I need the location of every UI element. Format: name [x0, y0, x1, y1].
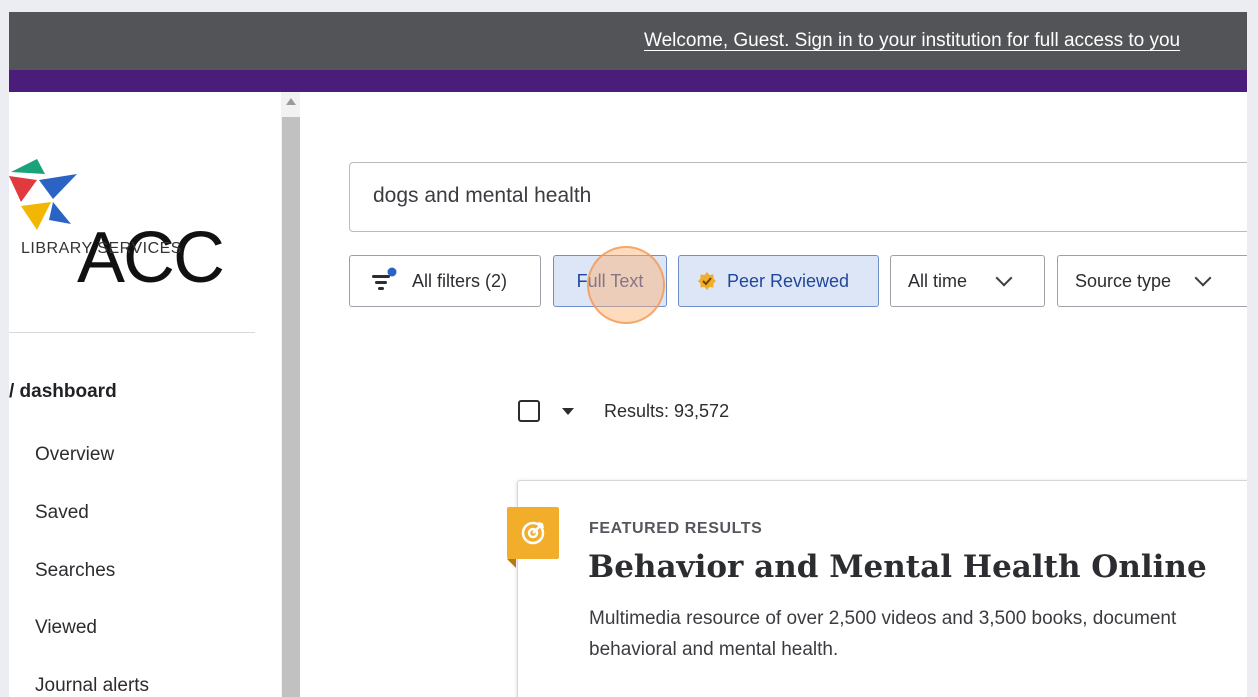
full-text-label: Full Text [576, 270, 644, 291]
logo-subtitle: LIBRARY SERVICES [21, 240, 182, 257]
star-logo-icon [9, 159, 77, 230]
featured-badge [507, 507, 559, 559]
filter-icon [372, 267, 397, 290]
search-query-text: dogs and mental health [373, 184, 592, 207]
chevron-down-icon [995, 269, 1013, 287]
target-icon [521, 521, 545, 545]
logo-wordmark: ACC [77, 218, 225, 298]
all-filters-button[interactable]: All filters (2) [349, 255, 541, 307]
sidebar-divider [9, 332, 255, 333]
chevron-down-icon [1194, 269, 1212, 287]
time-range-dropdown[interactable]: All time [890, 255, 1045, 307]
search-input[interactable]: dogs and mental health [349, 162, 1247, 232]
scroll-thumb[interactable] [282, 117, 300, 697]
featured-results-label: FEATURED RESULTS [589, 520, 763, 537]
time-range-label: All time [908, 270, 968, 291]
badge-fold [507, 559, 516, 568]
sidebar: ACC LIBRARY SERVICES / dashboard Overvie… [9, 92, 281, 697]
peer-reviewed-filter-toggle[interactable]: Peer Reviewed [678, 255, 879, 307]
sidebar-item-viewed[interactable]: Viewed [35, 617, 97, 639]
sidebar-item-saved[interactable]: Saved [35, 502, 89, 524]
top-banner: Welcome, Guest. Sign in to your institut… [9, 12, 1247, 70]
source-type-dropdown[interactable]: Source type [1057, 255, 1247, 307]
scroll-up-icon[interactable] [286, 98, 296, 105]
sidebar-item-journal-alerts[interactable]: Journal alerts [35, 675, 149, 697]
browser-page: Welcome, Guest. Sign in to your institut… [9, 12, 1247, 697]
featured-result-title-link[interactable]: Behavior and Mental Health Online [588, 549, 1207, 585]
source-type-label: Source type [1075, 270, 1172, 291]
select-options-caret-icon[interactable] [562, 408, 574, 415]
verified-badge-icon [698, 272, 716, 290]
sidebar-item-searches[interactable]: Searches [35, 560, 115, 582]
sign-in-welcome-link[interactable]: Welcome, Guest. Sign in to your institut… [644, 30, 1180, 52]
sidebar-scrollbar[interactable] [281, 92, 300, 697]
brand-stripe [9, 70, 1247, 92]
results-count: Results: 93,572 [604, 401, 730, 421]
peer-reviewed-label: Peer Reviewed [727, 270, 850, 291]
full-text-filter-toggle[interactable]: Full Text [553, 255, 667, 307]
featured-result-description: Multimedia resource of over 2,500 videos… [589, 608, 1177, 660]
select-all-checkbox[interactable] [518, 400, 540, 422]
sidebar-item-overview[interactable]: Overview [35, 444, 114, 466]
all-filters-label: All filters (2) [412, 270, 508, 291]
dashboard-heading: / dashboard [9, 381, 117, 402]
